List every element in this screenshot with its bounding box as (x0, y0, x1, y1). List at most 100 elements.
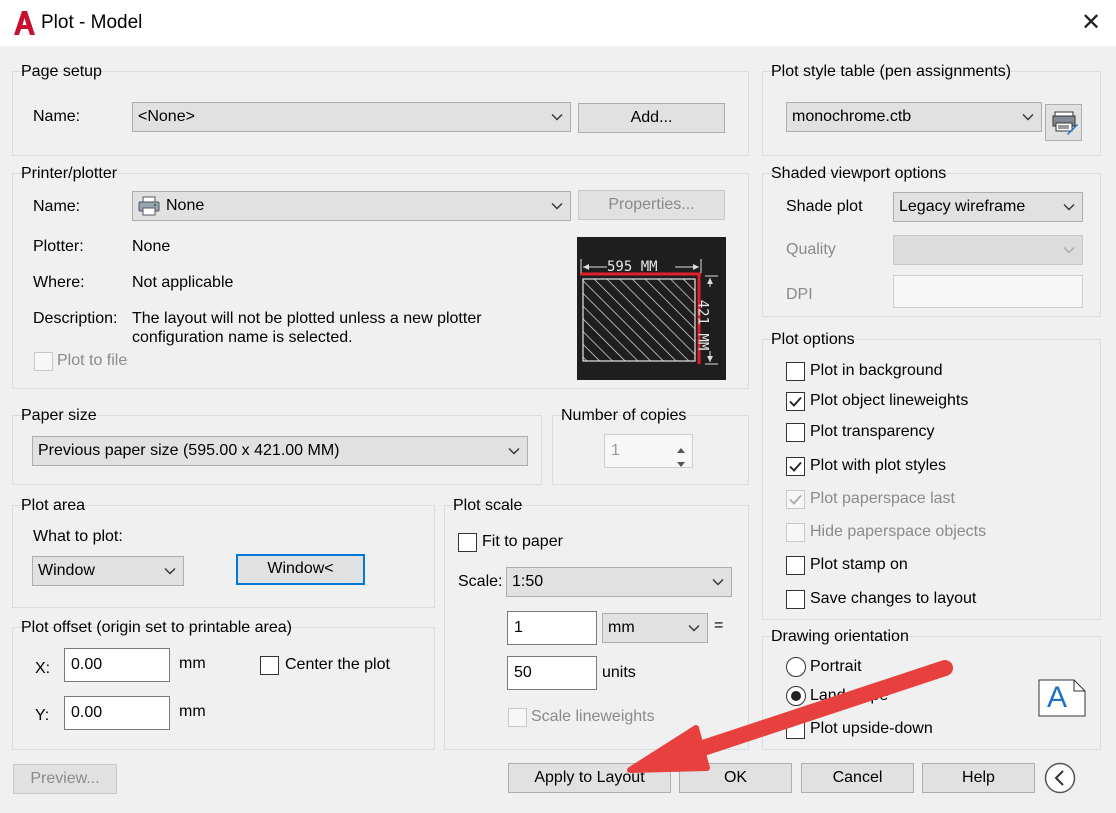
chevron-down-icon (551, 200, 563, 212)
landscape-orientation-icon: A (1038, 679, 1086, 717)
equals-sign: = (714, 617, 724, 634)
x-unit-label: mm (179, 655, 206, 672)
chevron-down-icon (508, 445, 520, 457)
where-label: Where: (33, 274, 85, 291)
plot-options-heading: Plot options (771, 331, 855, 348)
help-button[interactable]: Help (922, 763, 1035, 793)
page-setup-name-label: Name: (33, 108, 81, 125)
paper-size-heading: Paper size (21, 407, 97, 424)
edit-plot-style-button[interactable] (1045, 104, 1082, 141)
plot-option-checkbox[interactable] (786, 590, 805, 609)
plot-option-checkbox[interactable] (786, 392, 805, 411)
printer-heading: Printer/plotter (21, 165, 118, 182)
printer-name-label: Name: (33, 198, 81, 215)
cancel-button[interactable]: Cancel (801, 763, 914, 793)
plotter-label: Plotter: (33, 238, 84, 255)
plot-option-label: Plot object lineweights (810, 392, 969, 409)
plot-option-checkbox[interactable] (786, 362, 805, 381)
shade-plot-dropdown[interactable]: Legacy wireframe (893, 192, 1083, 222)
preview-height-label: 421 MM (694, 299, 711, 351)
printer-icon (138, 196, 160, 220)
plot-option-label: Plot stamp on (810, 556, 908, 573)
add-button[interactable]: Add... (578, 103, 725, 133)
fit-to-paper-checkbox[interactable] (458, 533, 477, 552)
paper-size-value: Previous paper size (595.00 x 421.00 MM) (38, 442, 340, 459)
chevron-down-icon (1022, 111, 1034, 123)
close-icon[interactable]: ✕ (1076, 8, 1106, 38)
chevron-down-icon (1063, 201, 1075, 213)
where-value: Not applicable (132, 274, 234, 291)
plot-option-label: Plot transparency (810, 423, 935, 440)
spin-up-icon[interactable] (671, 437, 691, 453)
dpi-label: DPI (786, 286, 813, 303)
plot-options-group (762, 339, 1101, 620)
orientation-heading: Drawing orientation (771, 628, 909, 645)
scale-dropdown[interactable]: 1:50 (506, 567, 732, 597)
autocad-logo-icon (12, 10, 36, 36)
page-setup-name-dropdown[interactable]: <None> (132, 102, 571, 132)
plot-option-checkbox[interactable] (786, 523, 805, 542)
y-label: Y: (35, 707, 50, 724)
plot-to-file-label: Plot to file (57, 352, 128, 369)
page-setup-name-value: <None> (138, 108, 195, 125)
plot-option-checkbox[interactable] (786, 556, 805, 575)
center-plot-checkbox[interactable] (260, 656, 279, 675)
preview-button[interactable]: Preview... (13, 764, 117, 794)
plot-upside-down-checkbox[interactable] (786, 720, 805, 739)
orientation-icon-letter: A (1047, 681, 1068, 714)
plot-style-heading: Plot style table (pen assignments) (771, 63, 1012, 80)
scale-numerator-input[interactable]: 1 (507, 611, 597, 645)
plot-option-checkbox[interactable] (786, 423, 805, 442)
chevron-down-icon (551, 111, 563, 123)
chevron-down-icon (1063, 244, 1075, 256)
paper-size-dropdown[interactable]: Previous paper size (595.00 x 421.00 MM) (32, 436, 528, 466)
center-plot-label: Center the plot (285, 656, 390, 673)
scale-denominator-input[interactable]: 50 (507, 656, 597, 690)
shade-plot-value: Legacy wireframe (899, 198, 1026, 215)
plot-to-file-checkbox[interactable] (34, 352, 53, 371)
dpi-input[interactable] (893, 275, 1083, 308)
description-line-2: configuration name is selected. (132, 329, 353, 346)
plot-option-label: Plot with plot styles (810, 457, 947, 474)
plot-style-edit-icon (1052, 110, 1078, 146)
printer-name-dropdown[interactable]: None (132, 191, 571, 221)
ok-button[interactable]: OK (679, 763, 792, 793)
y-offset-input[interactable]: 0.00 (64, 696, 170, 730)
description-label: Description: (33, 310, 118, 327)
landscape-radio[interactable] (786, 686, 806, 706)
fit-to-paper-label: Fit to paper (482, 533, 563, 550)
plot-style-dropdown[interactable]: monochrome.ctb (786, 102, 1042, 132)
what-to-plot-dropdown[interactable]: Window (32, 556, 184, 586)
landscape-label: Landscape (810, 687, 889, 704)
shaded-viewport-heading: Shaded viewport options (771, 165, 947, 182)
x-offset-input[interactable]: 0.00 (64, 648, 170, 682)
plot-upside-down-label: Plot upside-down (810, 720, 933, 737)
plot-option-checkbox[interactable] (786, 490, 805, 509)
apply-to-layout-button[interactable]: Apply to Layout (508, 763, 671, 793)
properties-button[interactable]: Properties... (578, 190, 725, 220)
portrait-radio[interactable] (786, 657, 806, 677)
preview-width-label: 595 MM (607, 259, 658, 275)
title-bar (0, 0, 1116, 46)
copies-heading: Number of copies (561, 407, 687, 424)
y-unit-label: mm (179, 703, 206, 720)
page-setup-heading: Page setup (21, 63, 102, 80)
paper-preview: 595 MM 421 MM (577, 237, 726, 380)
quality-dropdown[interactable] (893, 235, 1083, 265)
plot-offset-group (12, 627, 435, 750)
scale-lineweights-checkbox[interactable] (508, 708, 527, 727)
plot-option-checkbox[interactable] (786, 457, 805, 476)
shade-plot-label: Shade plot (786, 198, 863, 215)
plot-option-label: Save changes to layout (810, 590, 977, 607)
window-button[interactable]: Window< (236, 554, 365, 585)
copies-spinner[interactable]: 1 (604, 434, 693, 468)
scale-unit-dropdown[interactable]: mm (602, 613, 708, 643)
plot-option-label: Plot in background (810, 362, 943, 379)
plot-area-heading: Plot area (21, 497, 86, 514)
spin-down-icon[interactable] (671, 452, 691, 467)
scale-lineweights-label: Scale lineweights (531, 708, 655, 725)
x-label: X: (35, 660, 51, 677)
plot-offset-heading: Plot offset (origin set to printable are… (21, 619, 292, 636)
scale-value: 1:50 (512, 573, 544, 590)
collapse-chevron-icon[interactable] (1044, 762, 1076, 794)
